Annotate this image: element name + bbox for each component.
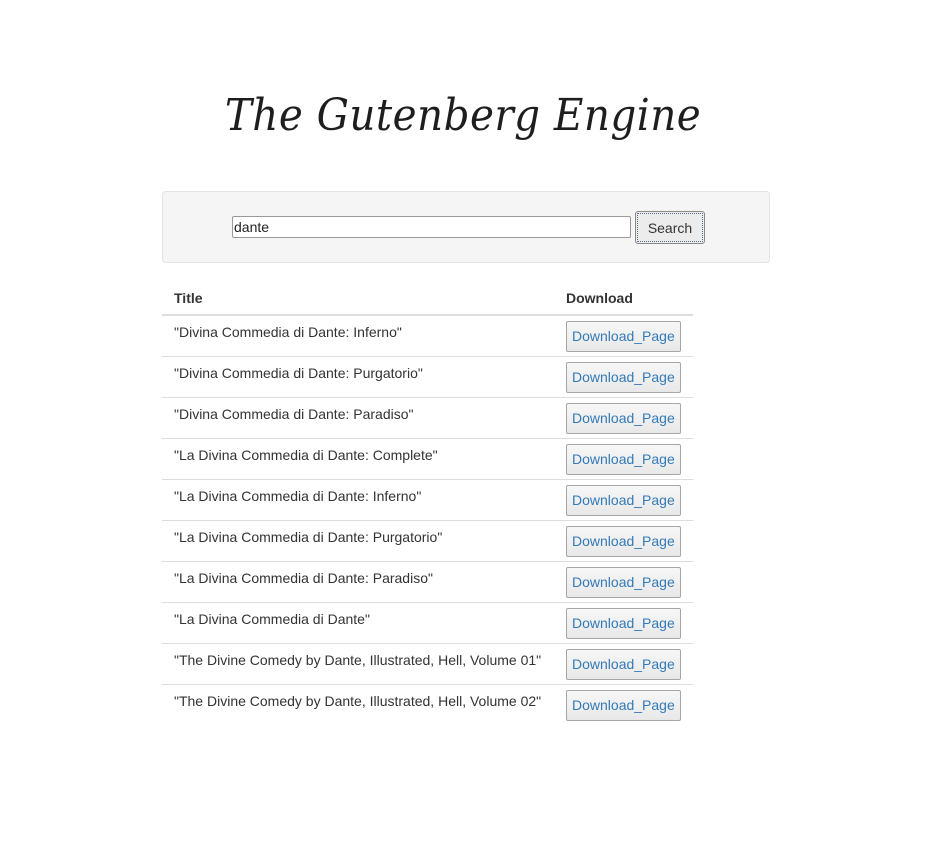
download-cell: Download_Page [554, 315, 693, 357]
download-cell: Download_Page [554, 561, 693, 603]
book-title: "La Divina Commedia di Dante" [162, 602, 554, 644]
search-input[interactable] [232, 216, 631, 238]
table-header-row: Title Download [162, 281, 693, 316]
download-cell: Download_Page [554, 602, 693, 644]
column-header-download: Download [554, 281, 693, 316]
download-page-button[interactable]: Download_Page [566, 608, 681, 639]
download-page-button[interactable]: Download_Page [566, 526, 681, 557]
download-cell: Download_Page [554, 643, 693, 685]
download-page-button[interactable]: Download_Page [566, 362, 681, 393]
download-page-button[interactable]: Download_Page [566, 403, 681, 434]
site-logo: The Gutenberg Engine [224, 90, 702, 141]
book-title: "The Divine Comedy by Dante, Illustrated… [162, 684, 554, 726]
download-page-button[interactable]: Download_Page [566, 690, 681, 721]
table-row: "Divina Commedia di Dante: Inferno" Down… [162, 315, 693, 357]
book-title: "La Divina Commedia di Dante: Paradiso" [162, 561, 554, 603]
download-page-button[interactable]: Download_Page [566, 649, 681, 680]
table-row: "The Divine Comedy by Dante, Illustrated… [162, 684, 693, 726]
download-cell: Download_Page [554, 356, 693, 398]
table-row: "La Divina Commedia di Dante" Download_P… [162, 602, 693, 644]
book-title: "La Divina Commedia di Dante: Purgatorio… [162, 520, 554, 562]
download-page-button[interactable]: Download_Page [566, 567, 681, 598]
search-panel: Search [162, 191, 770, 263]
download-page-button[interactable]: Download_Page [566, 321, 681, 352]
table-row: "Divina Commedia di Dante: Paradiso" Dow… [162, 397, 693, 439]
book-title: "Divina Commedia di Dante: Purgatorio" [162, 356, 554, 398]
book-title: "Divina Commedia di Dante: Inferno" [174, 324, 402, 340]
results-table: Title Download "Divina Commedia di Dante… [162, 281, 693, 726]
table-row: "La Divina Commedia di Dante: Inferno" D… [162, 479, 693, 521]
table-row: "La Divina Commedia di Dante: Purgatorio… [162, 520, 693, 562]
book-title: "The Divine Comedy by Dante, Illustrated… [162, 643, 554, 685]
download-cell: Download_Page [554, 397, 693, 439]
book-title: "La Divina Commedia di Dante: Complete" [162, 438, 554, 480]
download-cell: Download_Page [554, 438, 693, 480]
book-title: "Divina Commedia di Dante: Paradiso" [162, 397, 554, 439]
table-row: "Divina Commedia di Dante: Purgatorio" D… [162, 356, 693, 398]
download-page-button[interactable]: Download_Page [566, 444, 681, 475]
download-cell: Download_Page [554, 479, 693, 521]
table-row: "La Divina Commedia di Dante: Complete" … [162, 438, 693, 480]
download-cell: Download_Page [554, 684, 693, 726]
column-header-title: Title [162, 281, 554, 316]
download-cell: Download_Page [554, 520, 693, 562]
table-row: "La Divina Commedia di Dante: Paradiso" … [162, 561, 693, 603]
table-row: "The Divine Comedy by Dante, Illustrated… [162, 643, 693, 685]
book-title: "La Divina Commedia di Dante: Inferno" [162, 479, 554, 521]
search-button[interactable]: Search [635, 211, 705, 244]
download-page-button[interactable]: Download_Page [566, 485, 681, 516]
